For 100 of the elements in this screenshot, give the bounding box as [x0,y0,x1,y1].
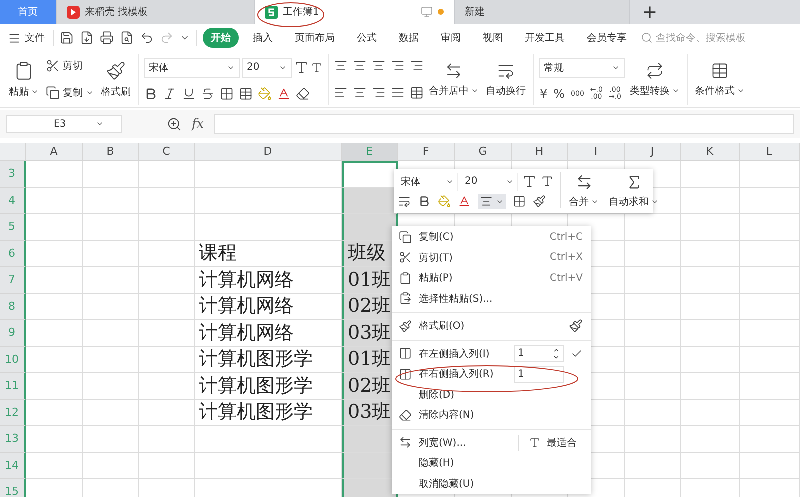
shrink-font-icon[interactable] [311,62,323,74]
column-header[interactable]: D [195,143,342,161]
ribbon-tab[interactable]: 页面布局 [287,28,343,48]
convert-icon[interactable] [646,62,664,80]
align-right-icon[interactable] [372,86,386,100]
fill-color-icon[interactable] [438,195,451,208]
save-icon[interactable] [60,31,74,45]
search-icon[interactable] [641,32,653,44]
copy-button[interactable]: 复制 [44,84,96,101]
name-box[interactable]: E3 [6,115,122,133]
count-field[interactable]: 1 [514,366,564,383]
ribbon-tab[interactable]: 数据 [391,28,427,48]
ribbon-tab[interactable]: 会员专享 [579,28,635,48]
bold-icon[interactable] [144,87,158,102]
eraser-icon[interactable] [296,87,310,102]
merge-cells-icon[interactable] [445,62,463,80]
wrap-text-icon[interactable] [398,195,411,208]
cell-style-icon[interactable] [239,87,253,102]
number-format-select[interactable]: 常规 [539,58,625,78]
wrap-text-button[interactable]: 自动换行 [484,54,528,105]
function-label[interactable]: fx [192,116,204,132]
ribbon-tab[interactable]: 公式 [349,28,385,48]
align-bottom-icon[interactable] [372,59,386,74]
check-icon[interactable] [571,348,583,360]
undo-icon[interactable] [140,31,154,45]
print-preview-icon[interactable] [120,31,134,45]
ribbon-tab[interactable]: 视图 [475,28,511,48]
brush-icon[interactable] [106,60,126,80]
align-middle-icon[interactable] [480,195,493,208]
number-format-button[interactable]: % [552,88,566,100]
menu-icon[interactable] [8,32,21,44]
shrink-font-icon[interactable] [541,175,554,188]
bold-icon[interactable] [418,195,431,208]
grow-font-icon[interactable] [294,60,309,76]
merge-cells-icon[interactable] [576,174,592,190]
autofit-icon[interactable] [529,436,541,449]
column-header[interactable]: B [83,143,139,161]
fill-color-icon[interactable] [258,87,272,102]
column-header[interactable]: L [740,143,800,161]
align-center-icon[interactable] [353,86,367,100]
ribbon-tab[interactable]: 审阅 [433,28,469,48]
column-header[interactable]: A [26,143,83,161]
type-convert-button[interactable]: 类型转换 [628,54,682,105]
document-tab[interactable]: 工作簿1 [255,0,455,24]
paste-button[interactable]: 粘贴 [7,54,41,105]
column-header[interactable]: H [512,143,568,161]
strikethrough-icon[interactable] [201,87,215,102]
document-tab[interactable]: 新建 [455,0,630,24]
brush-icon[interactable] [533,195,546,208]
ribbon-tab[interactable]: 开发工具 [517,28,573,48]
borders-icon[interactable] [513,195,526,208]
align-middle-icon[interactable] [353,59,367,74]
table-icon[interactable] [711,62,729,80]
brush-icon[interactable] [569,319,583,334]
column-header[interactable]: G [455,143,512,161]
font-color-icon[interactable] [277,87,291,102]
conditional-format-button[interactable]: 条件格式 [693,54,747,105]
menu-item[interactable]: 隐藏(H) [392,453,591,474]
new-tab-button[interactable]: + [630,0,670,24]
italic-icon[interactable] [163,87,177,102]
copy-icon[interactable] [46,86,60,100]
font-color-icon[interactable] [458,195,471,208]
cut-button[interactable]: 剪切 [44,58,96,74]
column-header[interactable]: C [139,143,195,161]
align-top-icon[interactable] [334,59,348,74]
font-size-select[interactable]: 20 [242,58,292,78]
distributed-icon[interactable] [410,86,424,100]
export-icon[interactable] [80,31,94,45]
number-format-button[interactable]: ¥ [539,88,549,100]
column-header[interactable]: F [398,143,455,161]
format-painter-button[interactable]: 格式刷 [99,54,133,105]
autofit-button[interactable]: 最适合 [518,434,583,451]
printer-icon[interactable] [100,31,114,45]
borders-icon[interactable] [220,87,234,102]
font-size-select[interactable]: 20 [462,172,518,191]
grow-font-icon[interactable] [522,174,537,190]
clipboard-icon[interactable] [14,60,34,80]
align-button[interactable] [478,194,506,210]
column-header[interactable]: J [625,143,681,161]
font-select[interactable]: 宋体 [398,172,458,191]
column-header[interactable]: I [568,143,625,161]
menu-item[interactable]: 列宽(W)... 最适合 [392,432,591,453]
column-header[interactable]: K [681,143,740,161]
merge-center-button[interactable]: 合并居中 [427,54,481,105]
merge-button[interactable]: 合并 [567,172,601,210]
formula-input[interactable] [214,114,794,134]
outdent-icon[interactable] [410,59,424,74]
zoom-icon[interactable] [167,116,182,132]
font-select[interactable]: 宋体 [144,58,240,78]
file-menu-button[interactable]: 文件 [6,31,47,45]
autosum-button[interactable]: 自动求和 [607,172,661,210]
scissors-icon[interactable] [46,59,60,74]
align-left-icon[interactable] [334,86,348,100]
justify-icon[interactable] [391,86,405,100]
indent-icon[interactable] [391,59,405,74]
menu-item[interactable]: 取消隐藏(U) [392,474,591,494]
spinner-icon[interactable] [553,346,560,361]
underline-icon[interactable] [182,87,196,102]
count-field[interactable]: 1 [514,345,564,362]
document-tab[interactable]: 来稻壳 找模板 [57,0,255,24]
